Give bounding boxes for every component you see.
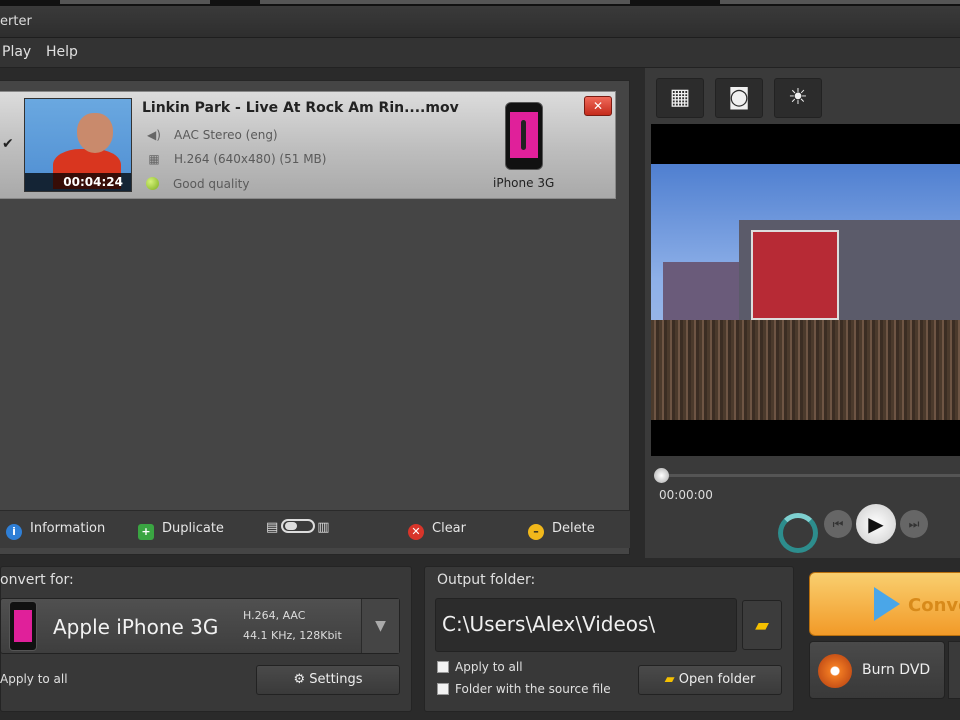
convert-apply-all[interactable]: Apply to all [0, 672, 68, 686]
menu-play[interactable]: Play [2, 44, 31, 60]
file-title: Linkin Park - Live At Rock Am Rin....mov [142, 100, 459, 116]
title-bar: erter [0, 6, 960, 38]
duplicate-button[interactable]: + Duplicate [138, 521, 224, 540]
seek-bar[interactable] [654, 468, 960, 483]
play-arrow-icon [874, 587, 900, 621]
clear-icon: ✕ [408, 524, 424, 540]
video-thumbnail[interactable]: 00:04:24 [24, 98, 132, 192]
current-time: 00:00:00 [659, 488, 713, 502]
brightness-icon[interactable]: ☀ [774, 78, 822, 118]
audio-info[interactable]: ◀) AAC Stereo (eng) [146, 128, 278, 142]
menu-bar: Play Help [0, 38, 960, 68]
gear-icon: ⚙ [293, 672, 310, 687]
video-preview[interactable] [651, 124, 960, 456]
profile-codec: H.264, AAC [243, 609, 306, 622]
folder-icon: ▰ [664, 672, 679, 687]
iphone-device-icon[interactable] [505, 102, 543, 170]
snapshot-icon[interactable]: ◙ [715, 78, 763, 118]
device-label: iPhone 3G [493, 176, 555, 190]
remove-file-button[interactable]: ✕ [584, 96, 612, 116]
information-button[interactable]: i Information [6, 521, 105, 540]
convert-apply-all-label: Apply to all [0, 672, 68, 686]
duplicate-icon: + [138, 524, 154, 540]
burn-dvd-label: Burn DVD [862, 662, 931, 678]
information-label: Information [30, 521, 106, 536]
loading-spinner-icon [778, 513, 818, 553]
play-icon[interactable]: ▶ [856, 504, 896, 544]
delete-button[interactable]: – Delete [528, 521, 595, 540]
seek-knob[interactable] [654, 468, 669, 483]
list-view-icon[interactable]: ▤ [266, 520, 279, 535]
chevron-down-icon[interactable]: ▼ [361, 599, 399, 653]
menu-help[interactable]: Help [46, 44, 78, 60]
output-path: C:\Users\Alex\Videos\ [442, 612, 656, 636]
audio-track-label: AAC Stereo (eng) [174, 128, 278, 142]
skip-back-icon[interactable]: ⏮ [824, 510, 852, 538]
quality-indicator-icon [146, 177, 159, 190]
file-list-panel: ✔ 00:04:24 Linkin Park - Live At Rock Am… [0, 80, 630, 555]
quality-label: Good quality [173, 177, 250, 191]
burn-dvd-button[interactable]: Burn DVD [809, 641, 945, 699]
grid-view-icon[interactable]: ▥ [317, 520, 330, 535]
skip-forward-icon[interactable]: ⏭ [900, 510, 928, 538]
settings-button[interactable]: ⚙ Settings [256, 665, 400, 695]
clear-button[interactable]: ✕ Clear [408, 521, 466, 540]
profile-audio-spec: 44.1 KHz, 128Kbit [243, 629, 342, 642]
profile-device-icon [9, 601, 37, 651]
video-info: ▦ H.264 (640x480) (51 MB) [146, 152, 326, 166]
info-icon: i [6, 524, 22, 540]
file-checkbox[interactable]: ✔ [2, 136, 14, 152]
output-path-field[interactable]: C:\Users\Alex\Videos\ [435, 598, 737, 652]
profile-selector[interactable]: Apple iPhone 3G H.264, AAC 44.1 KHz, 128… [0, 598, 400, 654]
window-title: erter [0, 14, 32, 29]
file-row[interactable]: ✔ 00:04:24 Linkin Park - Live At Rock Am… [0, 91, 616, 199]
convert-button[interactable]: Conve [809, 572, 960, 636]
clear-label: Clear [432, 521, 466, 536]
quality-info: Good quality [146, 177, 249, 191]
settings-label: Settings [309, 672, 363, 687]
grid-icon[interactable]: ▦ [656, 78, 704, 118]
video-spec-label: H.264 (640x480) (51 MB) [174, 152, 327, 166]
source-folder-label: Folder with the source file [455, 682, 611, 696]
film-icon: ▦ [148, 152, 160, 166]
profile-name: Apple iPhone 3G [53, 615, 219, 639]
view-mode-toggle[interactable]: ▤ ▥ [266, 519, 331, 535]
open-folder-button[interactable]: ▰ Open folder [638, 665, 782, 695]
convert-for-label: onvert for: [0, 572, 74, 588]
speaker-icon: ◀) [147, 128, 161, 142]
duration-label: 00:04:24 [25, 173, 131, 191]
view-switch[interactable] [281, 519, 316, 533]
output-apply-all-label: Apply to all [455, 660, 523, 674]
extra-action-button[interactable] [948, 641, 960, 699]
delete-label: Delete [552, 521, 595, 536]
output-folder-label: Output folder: [437, 572, 536, 588]
video-frame [651, 164, 960, 420]
open-folder-label: Open folder [678, 672, 756, 687]
disc-icon [818, 654, 852, 688]
output-apply-all-checkbox[interactable]: Apply to all [437, 660, 523, 674]
duplicate-label: Duplicate [162, 521, 224, 536]
browse-folder-icon[interactable]: ▰ [742, 600, 782, 650]
source-folder-checkbox[interactable]: Folder with the source file [437, 682, 611, 696]
delete-icon: – [528, 524, 544, 540]
convert-label: Conve [908, 595, 960, 616]
